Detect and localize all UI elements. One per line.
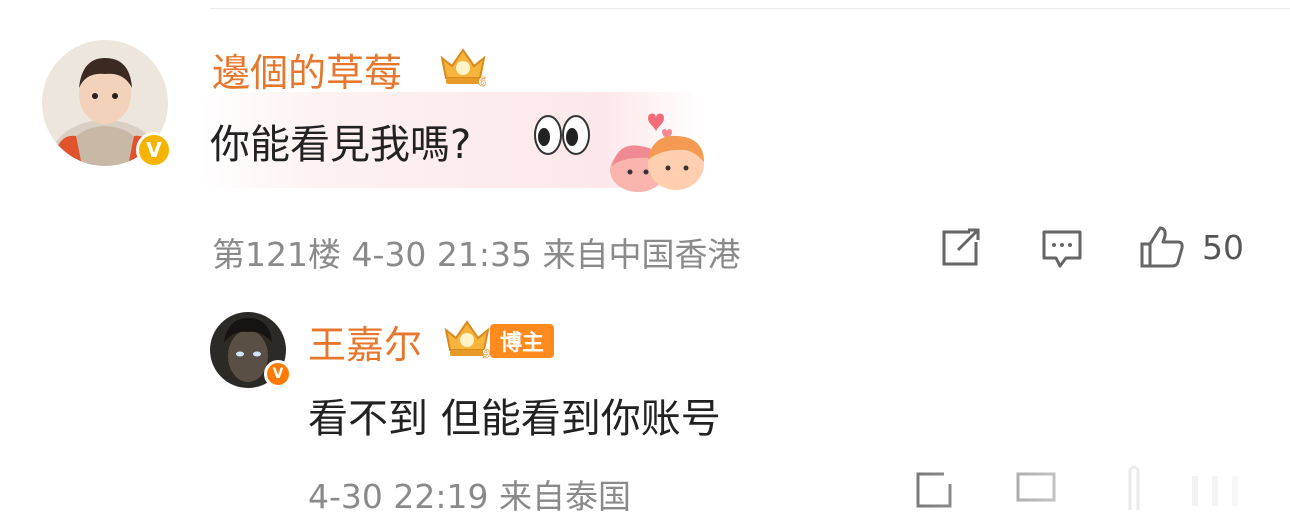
top-divider bbox=[210, 8, 1290, 9]
reply-text: 看不到 但能看到你账号 bbox=[308, 396, 721, 442]
comment-meta: 第121楼 4-30 21:35 来自中国香港 bbox=[212, 235, 741, 274]
repost-icon[interactable] bbox=[940, 228, 982, 268]
svg-text:6: 6 bbox=[478, 75, 486, 88]
svg-text:9: 9 bbox=[482, 347, 490, 360]
comment-icon[interactable] bbox=[1040, 228, 1084, 270]
commenter-username[interactable]: 邊個的草莓 bbox=[212, 42, 402, 97]
like-count: 50 bbox=[1202, 227, 1244, 267]
verified-badge: V bbox=[136, 132, 172, 168]
verified-badge: V bbox=[264, 360, 292, 388]
thumbs-up-icon bbox=[1140, 226, 1184, 268]
reply-meta: 4-30 22:19 来自泰国 bbox=[308, 477, 631, 516]
bottom-fade-overlay bbox=[880, 455, 1290, 532]
member-level-crown-icon: 9 bbox=[444, 320, 490, 360]
member-level-crown-icon: 6 bbox=[440, 48, 486, 88]
eyes-emoji-icon bbox=[534, 115, 590, 155]
replier-username[interactable]: 王嘉尔 bbox=[308, 314, 422, 369]
comment-text: 你能看見我嗎? bbox=[210, 122, 472, 168]
like-button[interactable]: 50 bbox=[1138, 224, 1244, 270]
replier-avatar[interactable]: V bbox=[210, 312, 292, 388]
couple-sticker-icon bbox=[610, 113, 704, 192]
commenter-avatar[interactable]: V bbox=[42, 40, 172, 168]
author-badge: 博主 bbox=[490, 324, 554, 358]
